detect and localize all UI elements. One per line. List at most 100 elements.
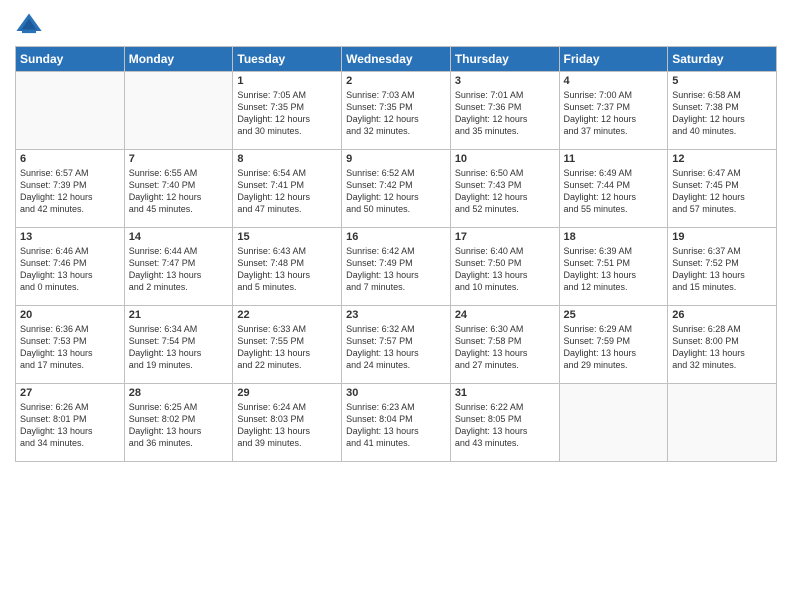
logo-icon bbox=[15, 10, 43, 38]
calendar-week-0: 1 Sunrise: 7:05 AM Sunset: 7:35 PM Daylig… bbox=[16, 72, 777, 150]
header bbox=[15, 10, 777, 38]
calendar-cell: 28 Sunrise: 6:25 AM Sunset: 8:02 PM Dayli… bbox=[124, 384, 233, 462]
day-number: 3 bbox=[455, 75, 555, 87]
calendar-cell: 5 Sunrise: 6:58 AM Sunset: 7:38 PM Daylig… bbox=[668, 72, 777, 150]
calendar-cell: 21 Sunrise: 6:34 AM Sunset: 7:54 PM Dayli… bbox=[124, 306, 233, 384]
day-number: 17 bbox=[455, 231, 555, 243]
day-number: 15 bbox=[237, 231, 337, 243]
calendar-cell: 18 Sunrise: 6:39 AM Sunset: 7:51 PM Dayli… bbox=[559, 228, 668, 306]
day-info: Sunrise: 7:05 AM Sunset: 7:35 PM Dayligh… bbox=[237, 89, 337, 138]
day-info: Sunrise: 6:46 AM Sunset: 7:46 PM Dayligh… bbox=[20, 245, 120, 294]
calendar-cell: 23Sunrise: 6:32 AM Sunset: 7:57 PM Dayli… bbox=[342, 306, 451, 384]
day-number: 29 bbox=[237, 387, 337, 399]
day-info: Sunrise: 6:24 AM Sunset: 8:03 PM Dayligh… bbox=[237, 401, 337, 450]
calendar-cell: 8 Sunrise: 6:54 AM Sunset: 7:41 PM Daylig… bbox=[233, 150, 342, 228]
calendar-cell: 2Sunrise: 7:03 AM Sunset: 7:35 PM Daylig… bbox=[342, 72, 451, 150]
calendar-header: SundayMondayTuesdayWednesdayThursdayFrid… bbox=[16, 47, 777, 72]
page: SundayMondayTuesdayWednesdayThursdayFrid… bbox=[0, 0, 792, 612]
day-info: Sunrise: 6:55 AM Sunset: 7:40 PM Dayligh… bbox=[129, 167, 229, 216]
calendar-cell: 30Sunrise: 6:23 AM Sunset: 8:04 PM Dayli… bbox=[342, 384, 451, 462]
calendar-cell: 24 Sunrise: 6:30 AM Sunset: 7:58 PM Dayli… bbox=[450, 306, 559, 384]
day-number: 25 bbox=[564, 309, 664, 321]
day-number: 18 bbox=[564, 231, 664, 243]
day-info: Sunrise: 6:43 AM Sunset: 7:48 PM Dayligh… bbox=[237, 245, 337, 294]
day-info: Sunrise: 6:32 AM Sunset: 7:57 PM Dayligh… bbox=[346, 323, 446, 372]
weekday-monday: Monday bbox=[124, 47, 233, 72]
calendar-week-3: 20Sunrise: 6:36 AM Sunset: 7:53 PM Dayli… bbox=[16, 306, 777, 384]
weekday-sunday: Sunday bbox=[16, 47, 125, 72]
calendar-cell: 9Sunrise: 6:52 AM Sunset: 7:42 PM Daylig… bbox=[342, 150, 451, 228]
day-number: 9 bbox=[346, 153, 446, 165]
calendar-week-1: 6 Sunrise: 6:57 AM Sunset: 7:39 PM Daylig… bbox=[16, 150, 777, 228]
calendar-cell: 12Sunrise: 6:47 AM Sunset: 7:45 PM Dayli… bbox=[668, 150, 777, 228]
day-number: 19 bbox=[672, 231, 772, 243]
calendar-cell: 19 Sunrise: 6:37 AM Sunset: 7:52 PM Dayli… bbox=[668, 228, 777, 306]
calendar-cell: 6 Sunrise: 6:57 AM Sunset: 7:39 PM Daylig… bbox=[16, 150, 125, 228]
calendar-cell bbox=[559, 384, 668, 462]
weekday-wednesday: Wednesday bbox=[342, 47, 451, 72]
weekday-friday: Friday bbox=[559, 47, 668, 72]
calendar-cell: 3 Sunrise: 7:01 AM Sunset: 7:36 PM Daylig… bbox=[450, 72, 559, 150]
calendar-cell: 1 Sunrise: 7:05 AM Sunset: 7:35 PM Daylig… bbox=[233, 72, 342, 150]
day-number: 14 bbox=[129, 231, 229, 243]
calendar-cell bbox=[668, 384, 777, 462]
day-info: Sunrise: 6:29 AM Sunset: 7:59 PM Dayligh… bbox=[564, 323, 664, 372]
day-number: 31 bbox=[455, 387, 555, 399]
calendar-week-4: 27 Sunrise: 6:26 AM Sunset: 8:01 PM Dayli… bbox=[16, 384, 777, 462]
day-info: Sunrise: 6:58 AM Sunset: 7:38 PM Dayligh… bbox=[672, 89, 772, 138]
day-number: 10 bbox=[455, 153, 555, 165]
calendar-cell: 31Sunrise: 6:22 AM Sunset: 8:05 PM Dayli… bbox=[450, 384, 559, 462]
calendar-cell: 13 Sunrise: 6:46 AM Sunset: 7:46 PM Dayli… bbox=[16, 228, 125, 306]
day-info: Sunrise: 7:01 AM Sunset: 7:36 PM Dayligh… bbox=[455, 89, 555, 138]
day-number: 20 bbox=[20, 309, 120, 321]
day-number: 7 bbox=[129, 153, 229, 165]
day-info: Sunrise: 6:39 AM Sunset: 7:51 PM Dayligh… bbox=[564, 245, 664, 294]
day-number: 6 bbox=[20, 153, 120, 165]
calendar-week-2: 13 Sunrise: 6:46 AM Sunset: 7:46 PM Dayli… bbox=[16, 228, 777, 306]
day-info: Sunrise: 6:37 AM Sunset: 7:52 PM Dayligh… bbox=[672, 245, 772, 294]
day-number: 21 bbox=[129, 309, 229, 321]
day-number: 24 bbox=[455, 309, 555, 321]
calendar-body: 1 Sunrise: 7:05 AM Sunset: 7:35 PM Daylig… bbox=[16, 72, 777, 462]
calendar-cell: 27 Sunrise: 6:26 AM Sunset: 8:01 PM Dayli… bbox=[16, 384, 125, 462]
weekday-saturday: Saturday bbox=[668, 47, 777, 72]
day-info: Sunrise: 6:26 AM Sunset: 8:01 PM Dayligh… bbox=[20, 401, 120, 450]
calendar-cell bbox=[124, 72, 233, 150]
day-number: 5 bbox=[672, 75, 772, 87]
day-info: Sunrise: 6:23 AM Sunset: 8:04 PM Dayligh… bbox=[346, 401, 446, 450]
day-number: 4 bbox=[564, 75, 664, 87]
day-number: 12 bbox=[672, 153, 772, 165]
calendar-cell: 4Sunrise: 7:00 AM Sunset: 7:37 PM Daylig… bbox=[559, 72, 668, 150]
day-info: Sunrise: 6:40 AM Sunset: 7:50 PM Dayligh… bbox=[455, 245, 555, 294]
day-info: Sunrise: 6:30 AM Sunset: 7:58 PM Dayligh… bbox=[455, 323, 555, 372]
calendar-cell: 16Sunrise: 6:42 AM Sunset: 7:49 PM Dayli… bbox=[342, 228, 451, 306]
weekday-tuesday: Tuesday bbox=[233, 47, 342, 72]
calendar-cell: 14Sunrise: 6:44 AM Sunset: 7:47 PM Dayli… bbox=[124, 228, 233, 306]
day-info: Sunrise: 6:42 AM Sunset: 7:49 PM Dayligh… bbox=[346, 245, 446, 294]
day-number: 26 bbox=[672, 309, 772, 321]
calendar-cell: 7 Sunrise: 6:55 AM Sunset: 7:40 PM Daylig… bbox=[124, 150, 233, 228]
calendar-cell: 10 Sunrise: 6:50 AM Sunset: 7:43 PM Dayli… bbox=[450, 150, 559, 228]
day-info: Sunrise: 6:33 AM Sunset: 7:55 PM Dayligh… bbox=[237, 323, 337, 372]
day-info: Sunrise: 6:25 AM Sunset: 8:02 PM Dayligh… bbox=[129, 401, 229, 450]
calendar-cell: 29 Sunrise: 6:24 AM Sunset: 8:03 PM Dayli… bbox=[233, 384, 342, 462]
day-number: 22 bbox=[237, 309, 337, 321]
day-info: Sunrise: 6:54 AM Sunset: 7:41 PM Dayligh… bbox=[237, 167, 337, 216]
day-info: Sunrise: 6:28 AM Sunset: 8:00 PM Dayligh… bbox=[672, 323, 772, 372]
day-info: Sunrise: 6:49 AM Sunset: 7:44 PM Dayligh… bbox=[564, 167, 664, 216]
calendar-cell: 25 Sunrise: 6:29 AM Sunset: 7:59 PM Dayli… bbox=[559, 306, 668, 384]
weekday-thursday: Thursday bbox=[450, 47, 559, 72]
day-info: Sunrise: 7:03 AM Sunset: 7:35 PM Dayligh… bbox=[346, 89, 446, 138]
day-number: 13 bbox=[20, 231, 120, 243]
day-number: 11 bbox=[564, 153, 664, 165]
day-info: Sunrise: 6:34 AM Sunset: 7:54 PM Dayligh… bbox=[129, 323, 229, 372]
day-info: Sunrise: 6:50 AM Sunset: 7:43 PM Dayligh… bbox=[455, 167, 555, 216]
day-number: 8 bbox=[237, 153, 337, 165]
day-info: Sunrise: 6:57 AM Sunset: 7:39 PM Dayligh… bbox=[20, 167, 120, 216]
day-number: 27 bbox=[20, 387, 120, 399]
day-number: 1 bbox=[237, 75, 337, 87]
calendar-cell: 22 Sunrise: 6:33 AM Sunset: 7:55 PM Dayli… bbox=[233, 306, 342, 384]
day-number: 28 bbox=[129, 387, 229, 399]
calendar-cell: 26 Sunrise: 6:28 AM Sunset: 8:00 PM Dayli… bbox=[668, 306, 777, 384]
calendar-cell: 11 Sunrise: 6:49 AM Sunset: 7:44 PM Dayli… bbox=[559, 150, 668, 228]
